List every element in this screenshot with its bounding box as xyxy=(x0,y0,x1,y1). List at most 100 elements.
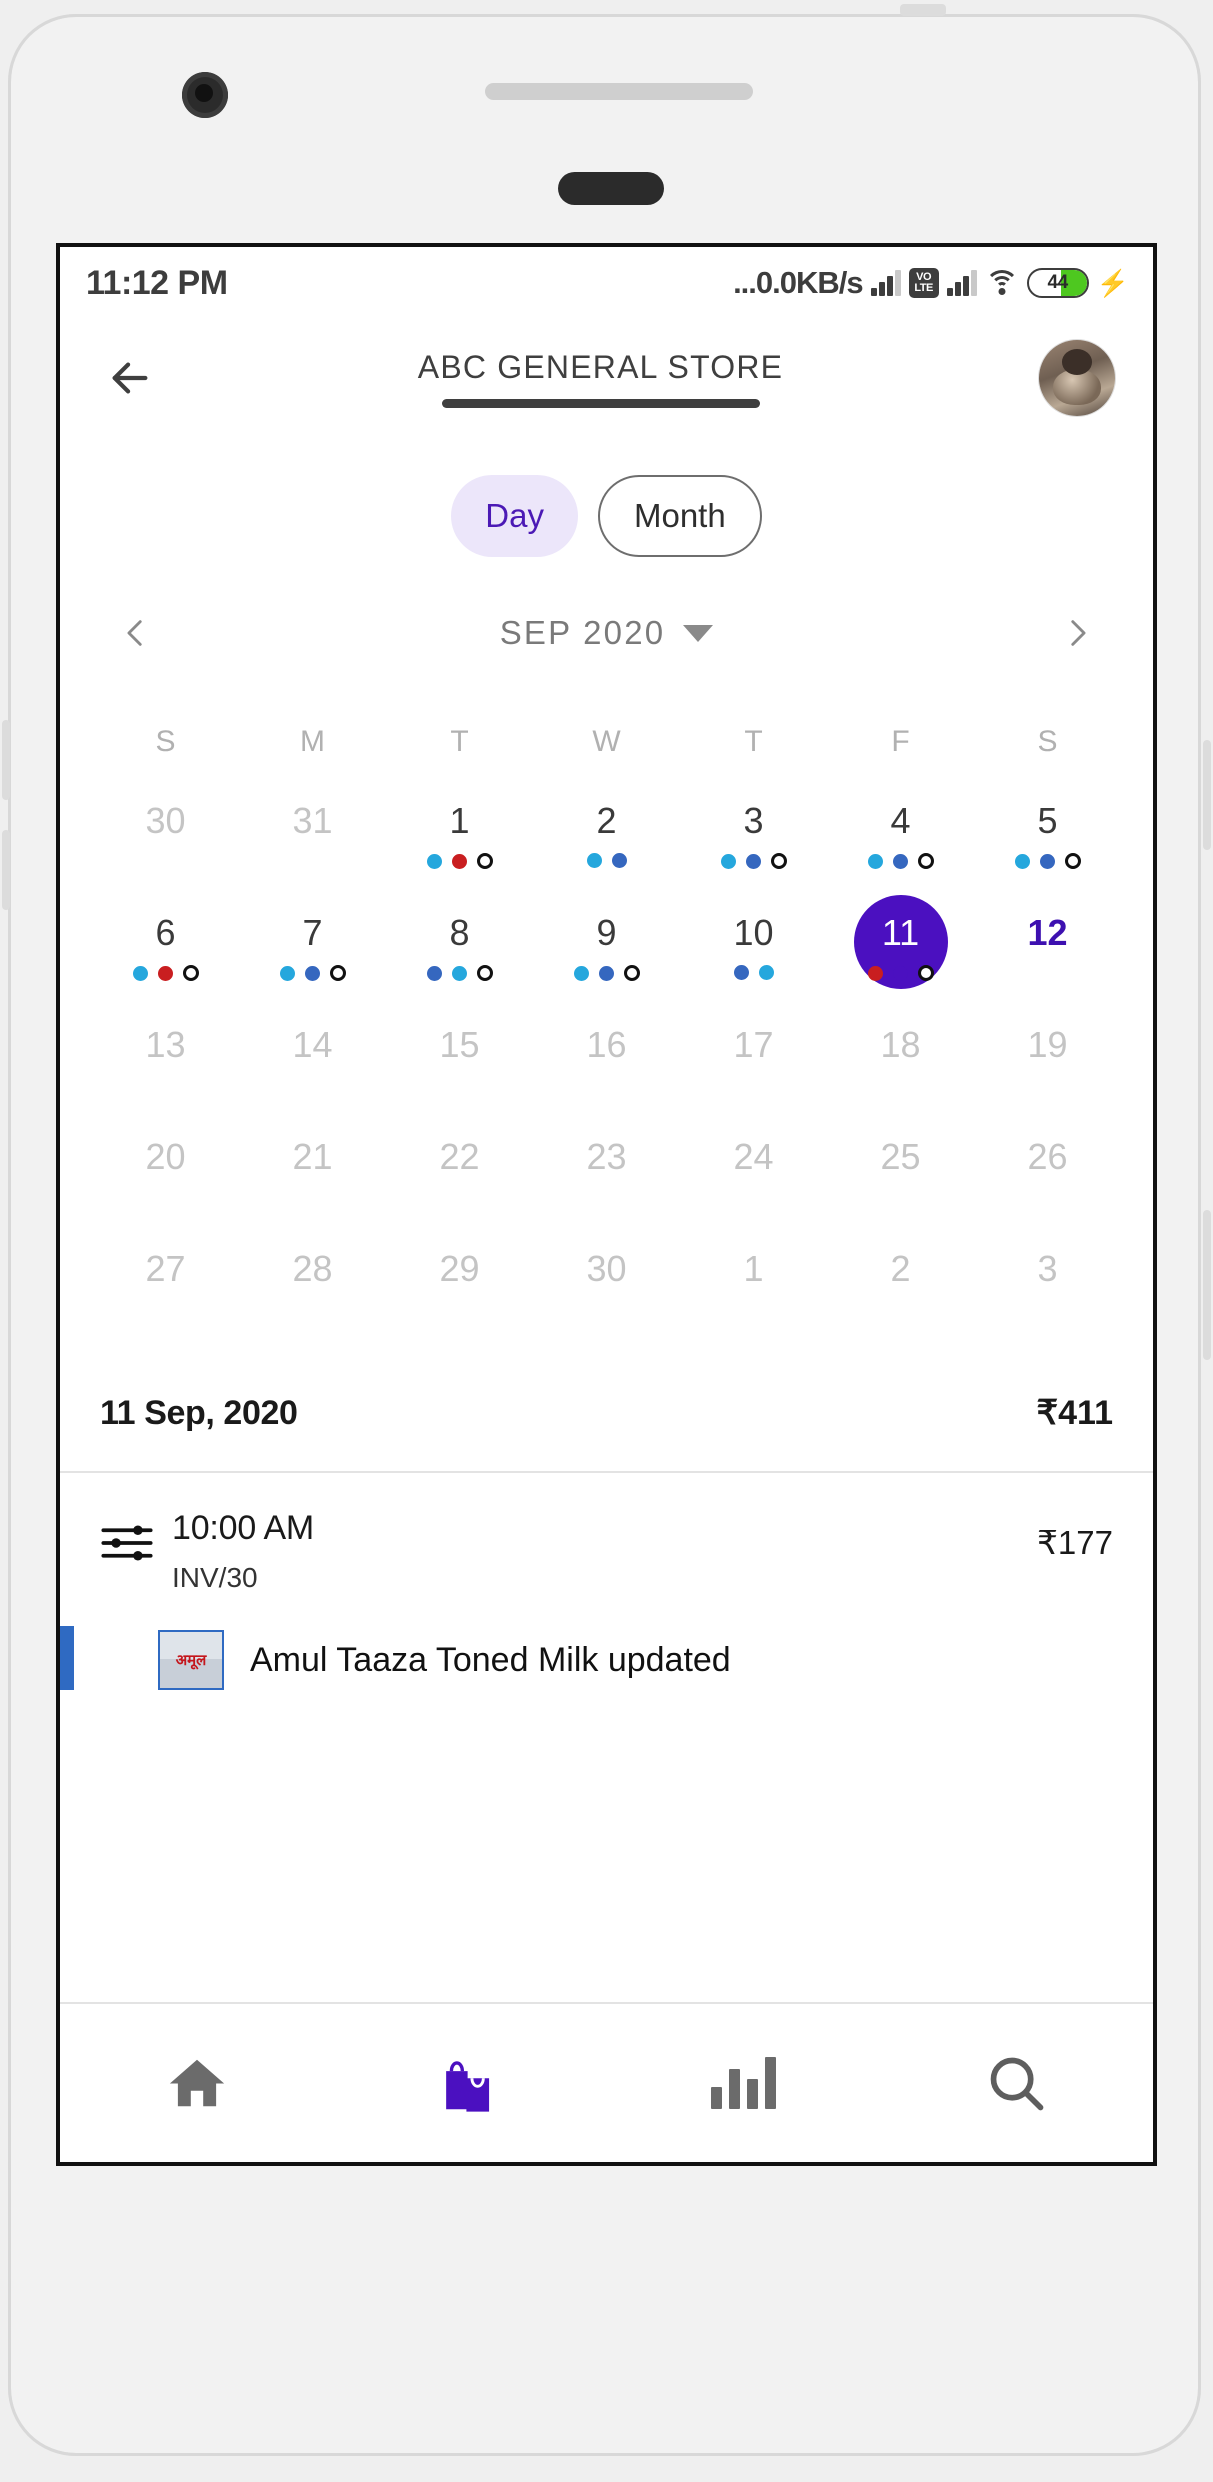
avatar[interactable] xyxy=(1039,340,1115,416)
volume-up-button[interactable] xyxy=(2,720,10,800)
calendar-day-30[interactable]: 30 xyxy=(92,789,239,901)
calendar-day-number: 24 xyxy=(733,1136,774,1177)
dot-lblue xyxy=(1014,853,1030,869)
calendar-day-26[interactable]: 26 xyxy=(974,1125,1121,1237)
calendar-day-13[interactable]: 13 xyxy=(92,1013,239,1125)
dot-dblue xyxy=(892,853,908,869)
header-title-wrap: ABC GENERAL STORE xyxy=(162,349,1039,408)
calendar-day-number: 13 xyxy=(145,1024,186,1065)
dot-red xyxy=(157,965,173,981)
calendar-day-9[interactable]: 9 xyxy=(533,901,680,1013)
calendar-day-20[interactable]: 20 xyxy=(92,1125,239,1237)
calendar-day-1[interactable]: 1 xyxy=(386,789,533,901)
calendar-day-24[interactable]: 24 xyxy=(680,1125,827,1237)
calendar-week: 27 28 29 30 1 2 3 xyxy=(92,1237,1121,1349)
transaction-row[interactable]: 10:00 AM INV/30 ₹177 xyxy=(60,1473,1153,1624)
calendar-day-number: 2 xyxy=(890,1248,911,1289)
calendar-day-number: 1 xyxy=(743,1248,764,1289)
volte-icon: VO LTE xyxy=(908,268,939,298)
calendar-day-18[interactable]: 18 xyxy=(827,1013,974,1125)
dot-lblue xyxy=(586,853,602,868)
month-navigation: SEP 2020 xyxy=(60,587,1153,675)
calendar-day-number: 25 xyxy=(880,1136,921,1177)
tab-day[interactable]: Day xyxy=(451,475,578,557)
calendar-day-number: 30 xyxy=(145,800,186,841)
calendar-day-number: 27 xyxy=(145,1248,186,1289)
calendar-day-number: 14 xyxy=(292,1024,333,1065)
calendar-day-6[interactable]: 6 xyxy=(92,901,239,1013)
day-summary: 11 Sep, 2020 ₹411 xyxy=(60,1349,1153,1471)
calendar-day-14[interactable]: 14 xyxy=(239,1013,386,1125)
dot-lblue xyxy=(573,965,589,981)
calendar-day-19[interactable]: 19 xyxy=(974,1013,1121,1125)
calendar-day-number: 30 xyxy=(586,1248,627,1289)
tab-month-label: Month xyxy=(633,497,726,534)
calendar-day-11[interactable]: 11 xyxy=(827,895,974,1013)
power-button[interactable] xyxy=(1203,740,1211,850)
calendar-day-number: 18 xyxy=(880,1024,921,1065)
prev-month-icon[interactable] xyxy=(108,605,164,661)
tab-month[interactable]: Month xyxy=(597,475,762,557)
calendar-day-7[interactable]: 7 xyxy=(239,901,386,1013)
dot-hollow xyxy=(476,853,493,869)
screenshot-root: 11:12 PM ...0.0KB/s VO LTE 44 ⚡ ABC GENE… xyxy=(0,0,1213,2482)
calendar-day-29[interactable]: 29 xyxy=(386,1237,533,1349)
product-row[interactable]: अमूल Amul Taaza Toned Milk updated xyxy=(60,1624,1153,1690)
dot-hollow xyxy=(917,965,934,981)
calendar-day-number: 3 xyxy=(1037,1248,1058,1289)
notch-pill xyxy=(558,172,664,205)
calendar-weeks: 30 31 1 2 3 4 5 6 7 8 9 10 11 12 13 14 15 16 17 18 19 20 21 22 2… xyxy=(92,789,1121,1349)
calendar-day-1[interactable]: 1 xyxy=(680,1237,827,1349)
battery-icon: 44 xyxy=(1026,268,1089,298)
transaction-invoice: INV/30 xyxy=(172,1562,258,1593)
calendar-day-16[interactable]: 16 xyxy=(533,1013,680,1125)
nav-reports[interactable] xyxy=(683,2028,803,2138)
calendar-day-5[interactable]: 5 xyxy=(974,789,1121,901)
volte-bottom-label: LTE xyxy=(914,282,933,294)
volume-down-button[interactable] xyxy=(2,830,10,910)
nav-search[interactable] xyxy=(956,2028,1076,2138)
bag-icon xyxy=(446,2061,489,2112)
calendar-day-4[interactable]: 4 xyxy=(827,789,974,901)
wifi-icon xyxy=(984,270,1019,296)
calendar-day-number: 5 xyxy=(1037,800,1058,841)
calendar-day-15[interactable]: 15 xyxy=(386,1013,533,1125)
calendar-day-headers: SMTWTFS xyxy=(92,709,1121,789)
calendar-day-22[interactable]: 22 xyxy=(386,1125,533,1237)
calendar-day-number: 26 xyxy=(1027,1136,1068,1177)
calendar-day-dots xyxy=(426,965,493,981)
side-rail xyxy=(1203,1210,1211,1360)
calendar-day-number: 31 xyxy=(292,800,333,841)
month-selector[interactable]: SEP 2020 xyxy=(500,614,714,652)
transaction-time: 10:00 AM xyxy=(172,1509,315,1547)
calendar-day-3[interactable]: 3 xyxy=(974,1237,1121,1349)
calendar-day-30[interactable]: 30 xyxy=(533,1237,680,1349)
calendar-day-28[interactable]: 28 xyxy=(239,1237,386,1349)
calendar-day-dots xyxy=(733,965,774,980)
next-month-icon[interactable] xyxy=(1049,605,1105,661)
dot-hollow xyxy=(623,965,640,981)
calendar-day-2[interactable]: 2 xyxy=(827,1237,974,1349)
dot-hollow xyxy=(770,853,787,869)
calendar-day-10[interactable]: 10 xyxy=(680,901,827,1013)
battery-percent-label: 44 xyxy=(1047,272,1069,293)
calendar-day-23[interactable]: 23 xyxy=(533,1125,680,1237)
calendar-day-2[interactable]: 2 xyxy=(533,789,680,901)
calendar-day-8[interactable]: 8 xyxy=(386,901,533,1013)
calendar-day-25[interactable]: 25 xyxy=(827,1125,974,1237)
calendar-day-27[interactable]: 27 xyxy=(92,1237,239,1349)
calendar-day-31[interactable]: 31 xyxy=(239,789,386,901)
calendar-day-3[interactable]: 3 xyxy=(680,789,827,901)
calendar-week: 20 21 22 23 24 25 26 xyxy=(92,1125,1121,1237)
calendar-day-17[interactable]: 17 xyxy=(680,1013,827,1125)
calendar-day-12[interactable]: 12 xyxy=(974,901,1121,1013)
calendar-day-number: 11 xyxy=(881,912,920,953)
dot-dblue xyxy=(1039,853,1055,869)
nav-home[interactable] xyxy=(137,2028,257,2138)
nav-orders[interactable] xyxy=(410,2028,530,2138)
calendar-day-21[interactable]: 21 xyxy=(239,1125,386,1237)
summary-amount: ₹411 xyxy=(1036,1394,1113,1432)
dot-red xyxy=(451,853,467,869)
back-arrow-icon[interactable] xyxy=(98,346,162,410)
product-name: Amul Taaza Toned Milk updated xyxy=(250,1640,731,1679)
